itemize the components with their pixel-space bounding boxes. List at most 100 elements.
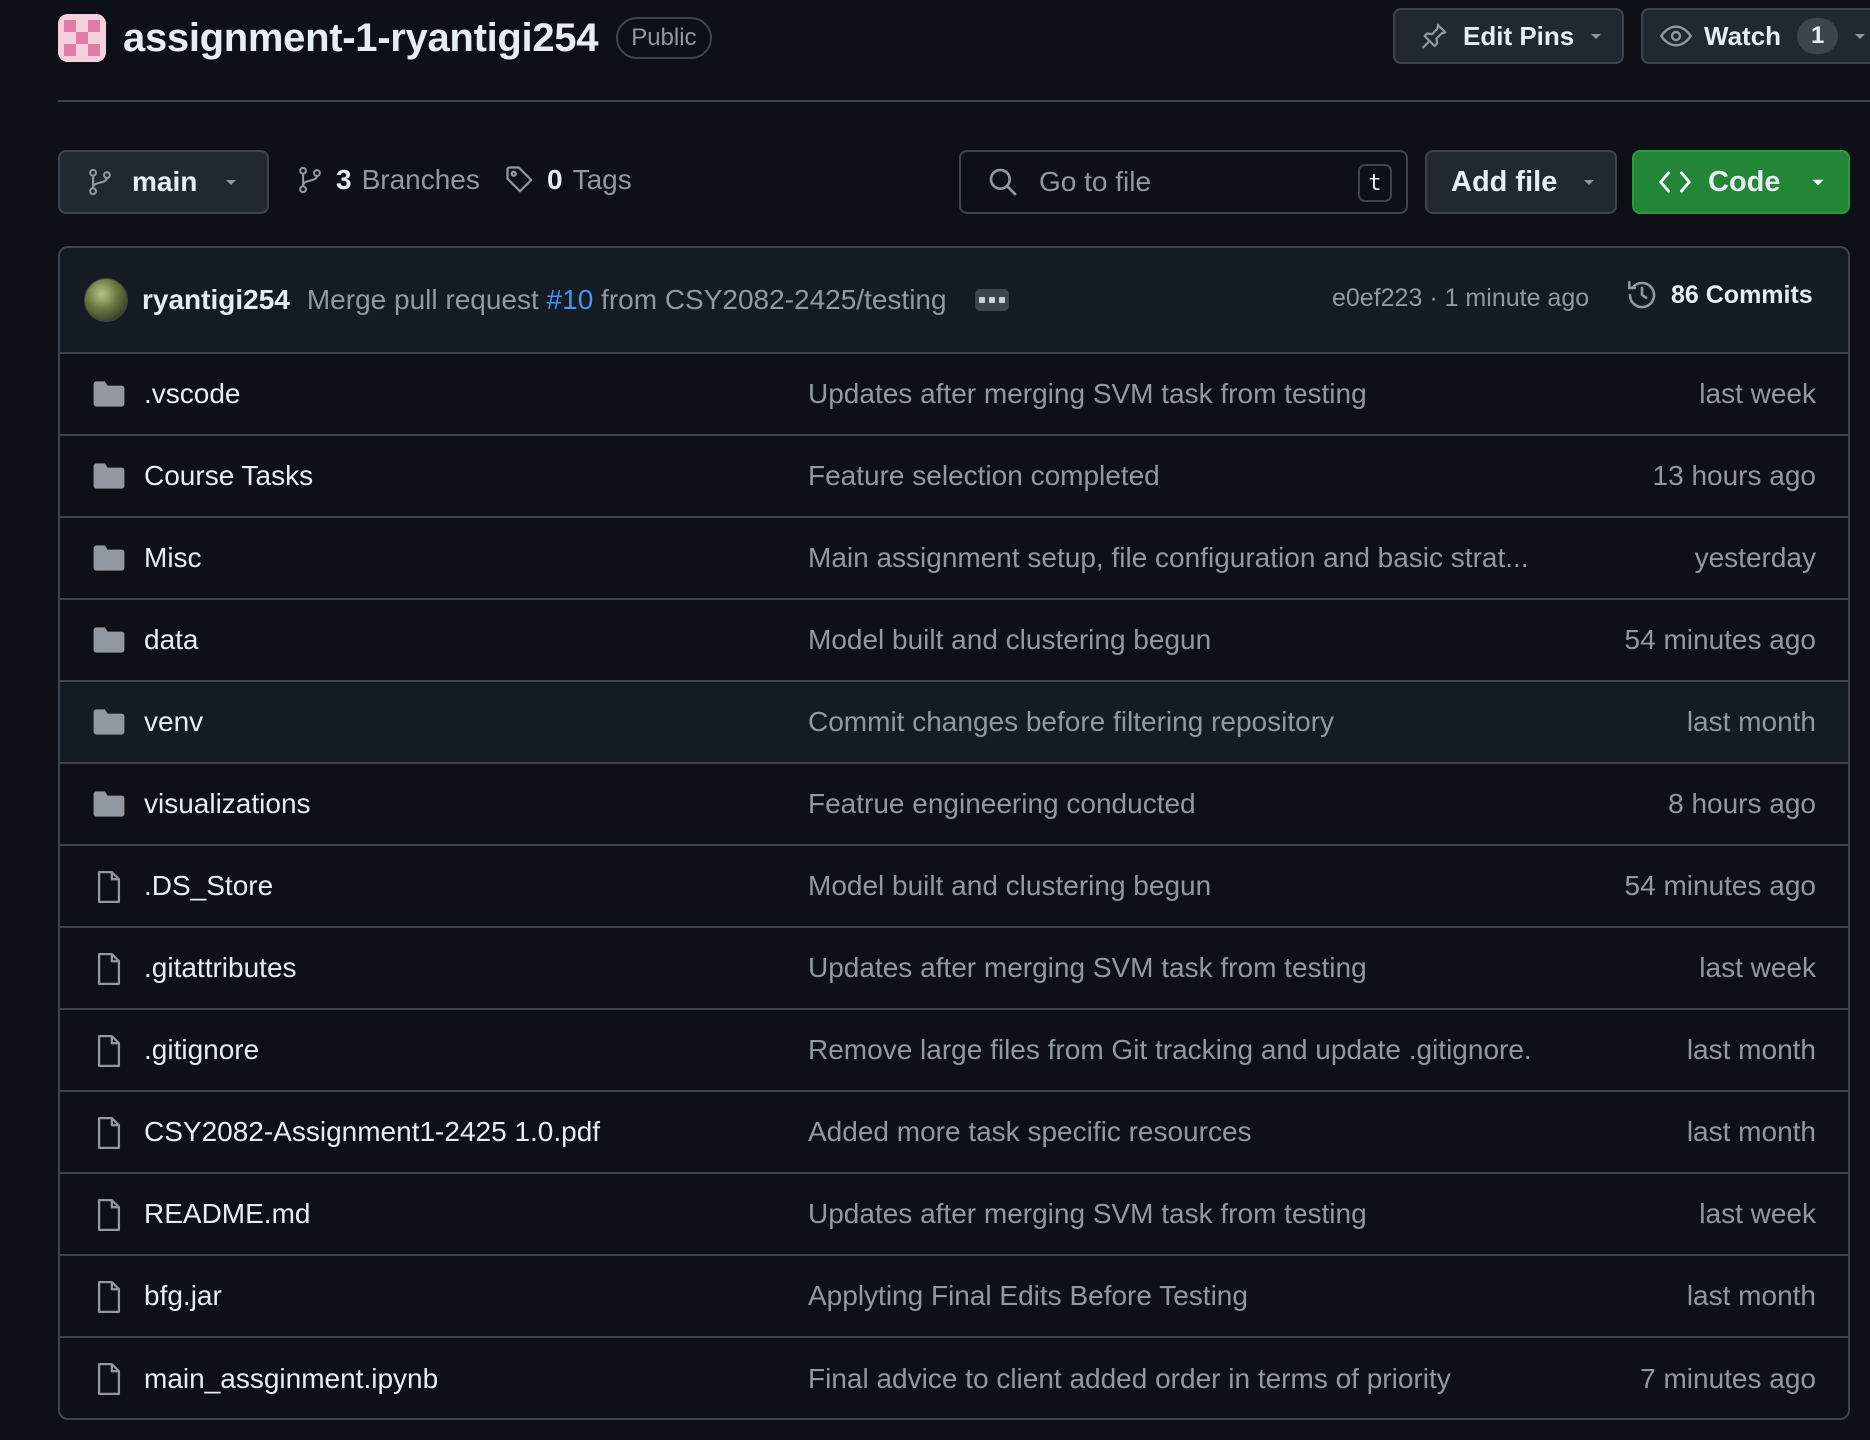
tags-count: 0 <box>547 164 563 195</box>
tags-link[interactable]: 0 Tags <box>505 164 632 196</box>
folder-icon <box>92 708 126 736</box>
repo-avatar[interactable] <box>58 14 106 62</box>
commit-message-link[interactable]: Applyting Final Edits Before Testing <box>808 1280 1248 1312</box>
last-modified-time: 8 hours ago <box>1668 788 1816 819</box>
code-label: Code <box>1708 165 1781 198</box>
file-list: .vscode Updates after merging SVM task fr… <box>60 354 1848 1418</box>
commit-message-link[interactable]: Commit changes before filtering reposito… <box>808 706 1334 738</box>
watch-button[interactable]: Watch 1 <box>1641 8 1870 64</box>
table-row[interactable]: .DS_Store Model built and clustering begu… <box>60 846 1848 928</box>
tag-icon <box>505 165 535 195</box>
chevron-down-icon <box>1581 174 1597 190</box>
table-row[interactable]: data Model built and clustering begun 54 m… <box>60 600 1848 682</box>
go-to-file-search[interactable]: t <box>959 150 1408 214</box>
table-row[interactable]: .gitattributes Updates after merging SVM … <box>60 928 1848 1010</box>
file-name-link[interactable]: .gitattributes <box>144 952 297 984</box>
file-name-link[interactable]: .DS_Store <box>144 870 273 902</box>
history-icon <box>1625 278 1671 312</box>
table-row[interactable]: Misc Main assignment setup, file configur… <box>60 518 1848 600</box>
chevron-down-icon <box>223 174 239 190</box>
last-modified-time: last month <box>1686 1280 1816 1311</box>
folder-icon <box>92 462 126 490</box>
commit-message-link[interactable]: Updates after merging SVM task from test… <box>808 378 1367 410</box>
commits-count-label: 86 Commits <box>1671 280 1813 309</box>
code-button[interactable]: Code <box>1632 150 1850 214</box>
last-modified-time: last week <box>1699 378 1816 409</box>
eye-icon <box>1660 22 1692 50</box>
table-row[interactable]: CSY2082-Assignment1-2425 1.0.pdf Added mo… <box>60 1092 1848 1174</box>
expand-commit-message-button[interactable] <box>974 289 1009 311</box>
visibility-badge: Public <box>616 17 712 59</box>
branch-name: main <box>132 166 198 197</box>
commits-link[interactable]: 86 Commits <box>1625 278 1813 312</box>
repo-name[interactable]: assignment-1-ryantigi254 <box>123 16 598 61</box>
commit-message-link[interactable]: Updates after merging SVM task from test… <box>808 952 1367 984</box>
table-row[interactable]: README.md Updates after merging SVM task … <box>60 1174 1848 1256</box>
branches-count: 3 <box>336 164 352 195</box>
table-row[interactable]: .vscode Updates after merging SVM task fr… <box>60 354 1848 436</box>
edit-pins-button[interactable]: Edit Pins <box>1393 8 1624 64</box>
file-name-link[interactable]: .vscode <box>144 378 241 410</box>
avatar[interactable] <box>84 278 128 322</box>
branches-link[interactable]: 3 Branches <box>296 164 480 196</box>
file-name-link[interactable]: main_assginment.ipynb <box>144 1363 438 1395</box>
file-name-link[interactable]: CSY2082-Assignment1-2425 1.0.pdf <box>144 1116 600 1148</box>
commit-author[interactable]: ryantigi254 <box>142 284 290 316</box>
file-name-link[interactable]: README.md <box>144 1198 310 1230</box>
go-to-file-input[interactable] <box>1039 166 1339 198</box>
file-name-link[interactable]: bfg.jar <box>144 1280 222 1312</box>
folder-icon <box>92 380 126 408</box>
table-row[interactable]: Course Tasks Feature selection completed 1… <box>60 436 1848 518</box>
last-modified-time: 54 minutes ago <box>1624 870 1816 901</box>
commit-message[interactable]: Merge pull request #10 from CSY2082-2425… <box>307 284 947 316</box>
folder-icon <box>92 790 126 818</box>
commit-message-link[interactable]: Featrue engineering conducted <box>808 788 1196 820</box>
commit-message-link[interactable]: Main assignment setup, file configuratio… <box>808 542 1529 574</box>
watch-count: 1 <box>1797 18 1839 54</box>
keyboard-shortcut: t <box>1358 164 1392 202</box>
repo-header: assignment-1-ryantigi254 Public <box>58 12 712 64</box>
file-name-link[interactable]: data <box>144 624 199 656</box>
file-name-link[interactable]: visualizations <box>144 788 311 820</box>
commit-message-link[interactable]: Feature selection completed <box>808 460 1160 492</box>
last-modified-time: yesterday <box>1694 542 1816 573</box>
latest-commit-bar: ryantigi254 Merge pull request #10 from … <box>60 248 1848 354</box>
table-row[interactable]: visualizations Featrue engineering conduc… <box>60 764 1848 846</box>
file-icon <box>94 1362 124 1396</box>
last-modified-time: 54 minutes ago <box>1624 624 1816 655</box>
table-row[interactable]: venv Commit changes before filtering repo… <box>60 682 1848 764</box>
commit-message-link[interactable]: Final advice to client added order in te… <box>808 1363 1451 1395</box>
commit-hash-time[interactable]: e0ef223 · 1 minute ago <box>1332 284 1589 313</box>
file-name-link[interactable]: Course Tasks <box>144 460 313 492</box>
folder-icon <box>92 626 126 654</box>
commit-message-link[interactable]: Model built and clustering begun <box>808 870 1211 902</box>
branch-icon <box>86 167 114 197</box>
table-row[interactable]: bfg.jar Applyting Final Edits Before Test… <box>60 1256 1848 1338</box>
pull-request-link[interactable]: #10 <box>547 284 594 315</box>
tags-label: Tags <box>572 164 632 195</box>
table-row[interactable]: main_assginment.ipynb Final advice to cli… <box>60 1338 1848 1418</box>
commit-message-prefix: Merge pull request <box>306 284 539 315</box>
search-icon <box>987 166 1019 198</box>
commit-message-link[interactable]: Added more task specific resources <box>808 1116 1252 1148</box>
file-name-link[interactable]: .gitignore <box>144 1034 259 1066</box>
table-row[interactable]: .gitignore Remove large files from Git tr… <box>60 1010 1848 1092</box>
commit-message-link[interactable]: Model built and clustering begun <box>808 624 1211 656</box>
add-file-button[interactable]: Add file <box>1425 150 1617 214</box>
branch-icon <box>296 165 324 195</box>
file-name-link[interactable]: Misc <box>144 542 202 574</box>
chevron-down-icon <box>1809 173 1827 191</box>
file-icon <box>94 870 124 904</box>
last-modified-time: last month <box>1686 1034 1816 1065</box>
branch-selector[interactable]: main <box>58 150 269 214</box>
file-name-link[interactable]: venv <box>144 706 203 738</box>
add-file-label: Add file <box>1451 165 1558 198</box>
commit-message-link[interactable]: Remove large files from Git tracking and… <box>808 1034 1532 1066</box>
last-modified-time: last week <box>1699 952 1816 983</box>
last-modified-time: 7 minutes ago <box>1640 1363 1816 1394</box>
commit-message-link[interactable]: Updates after merging SVM task from test… <box>808 1198 1367 1230</box>
last-modified-time: 13 hours ago <box>1652 460 1816 491</box>
file-icon <box>94 952 124 986</box>
last-modified-time: last month <box>1686 1116 1816 1147</box>
folder-icon <box>92 544 126 572</box>
